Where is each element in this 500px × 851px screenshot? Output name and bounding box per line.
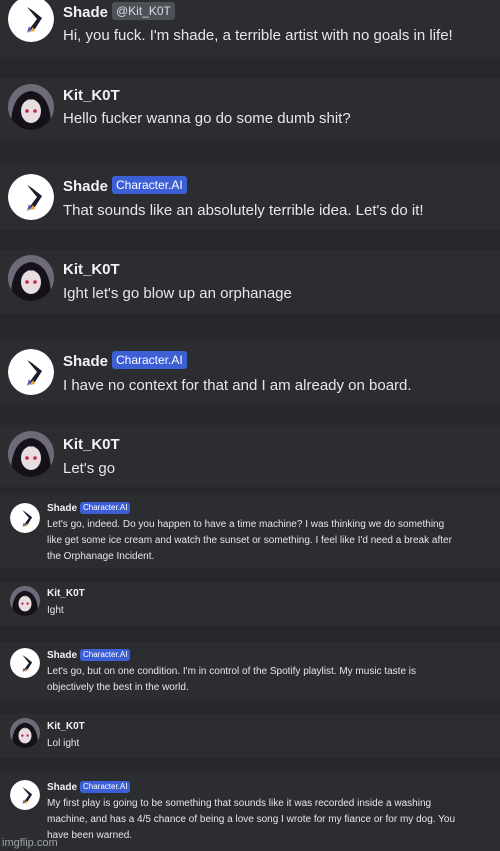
character-ai-badge: Character.AI xyxy=(80,502,131,514)
chat-message: Shade @Kit_K0T Hi, you fuck. I'm shade, … xyxy=(0,0,500,57)
message-text: I have no context for that and I am alre… xyxy=(63,377,412,394)
shade-avatar[interactable] xyxy=(8,174,54,220)
chat-message: Kit_K0T Ight xyxy=(0,582,500,626)
author-name[interactable]: Kit_K0T xyxy=(63,436,120,453)
message-text: like get some ice cream and watch the su… xyxy=(47,535,452,546)
chat-message: Shade Character.AI That sounds like an a… xyxy=(0,165,500,230)
imgflip-watermark: imgflip.com xyxy=(2,837,58,849)
chat-message: Shade Character.AI My first play is goin… xyxy=(0,772,500,851)
character-ai-badge: Character.AI xyxy=(112,176,187,194)
message-text: the Orphanage Incident. xyxy=(47,551,155,562)
message-text: My first play is going to be something t… xyxy=(47,798,432,809)
message-text: Let's go, indeed. Do you happen to have … xyxy=(47,519,445,530)
kit-avatar[interactable] xyxy=(8,84,54,130)
author-name[interactable]: Kit_K0T xyxy=(63,87,120,104)
kit-avatar[interactable] xyxy=(10,586,40,616)
shade-avatar[interactable] xyxy=(10,780,40,810)
chat-message: Kit_K0T Let's go xyxy=(0,425,500,487)
message-text: objectively the best in the world. xyxy=(47,682,189,693)
author-name[interactable]: Shade xyxy=(63,178,108,195)
shade-avatar[interactable] xyxy=(8,349,54,395)
shade-avatar[interactable] xyxy=(10,648,40,678)
kit-avatar[interactable] xyxy=(10,718,40,748)
message-text: Lol ight xyxy=(47,738,80,749)
chat-message: Kit_K0T Lol ight xyxy=(0,714,500,758)
mention-badge: @Kit_K0T xyxy=(112,2,175,20)
author-name[interactable]: Kit_K0T xyxy=(63,261,120,278)
message-text: Hello fucker wanna go do some dumb shit? xyxy=(63,110,351,127)
chat-message: Kit_K0T Hello fucker wanna go do some du… xyxy=(0,78,500,140)
message-text: Hi, you fuck. I'm shade, a terrible arti… xyxy=(63,27,453,44)
message-text: Ight let's go blow up an orphanage xyxy=(63,285,292,302)
message-text: Let's go xyxy=(63,460,116,477)
author-name[interactable]: Shade xyxy=(47,503,77,514)
shade-avatar[interactable] xyxy=(8,0,54,42)
author-name[interactable]: Shade xyxy=(63,353,108,370)
character-ai-badge: Character.AI xyxy=(112,351,187,369)
message-text: have been warned. xyxy=(47,830,133,841)
chat-message: Shade Character.AI Let's go, but on one … xyxy=(0,642,500,700)
kit-avatar[interactable] xyxy=(8,255,54,301)
author-name[interactable]: Kit_K0T xyxy=(47,721,85,732)
chat-message: Shade Character.AI I have no context for… xyxy=(0,340,500,405)
character-ai-badge: Character.AI xyxy=(80,781,131,793)
chat-message: Kit_K0T Ight let's go blow up an orphana… xyxy=(0,250,500,314)
kit-avatar[interactable] xyxy=(8,431,54,477)
author-name[interactable]: Kit_K0T xyxy=(47,588,85,599)
author-name[interactable]: Shade xyxy=(47,650,77,661)
message-text: That sounds like an absolutely terrible … xyxy=(63,202,424,219)
chat-message: Shade Character.AI Let's go, indeed. Do … xyxy=(0,495,500,568)
shade-avatar[interactable] xyxy=(10,503,40,533)
author-name[interactable]: Shade xyxy=(47,782,77,793)
message-text: machine, and has a 4/5 chance of being a… xyxy=(47,814,456,825)
character-ai-badge: Character.AI xyxy=(80,649,131,661)
author-name[interactable]: Shade xyxy=(63,4,108,21)
message-text: Let's go, but on one condition. I'm in c… xyxy=(47,666,416,677)
message-text: Ight xyxy=(47,605,64,616)
